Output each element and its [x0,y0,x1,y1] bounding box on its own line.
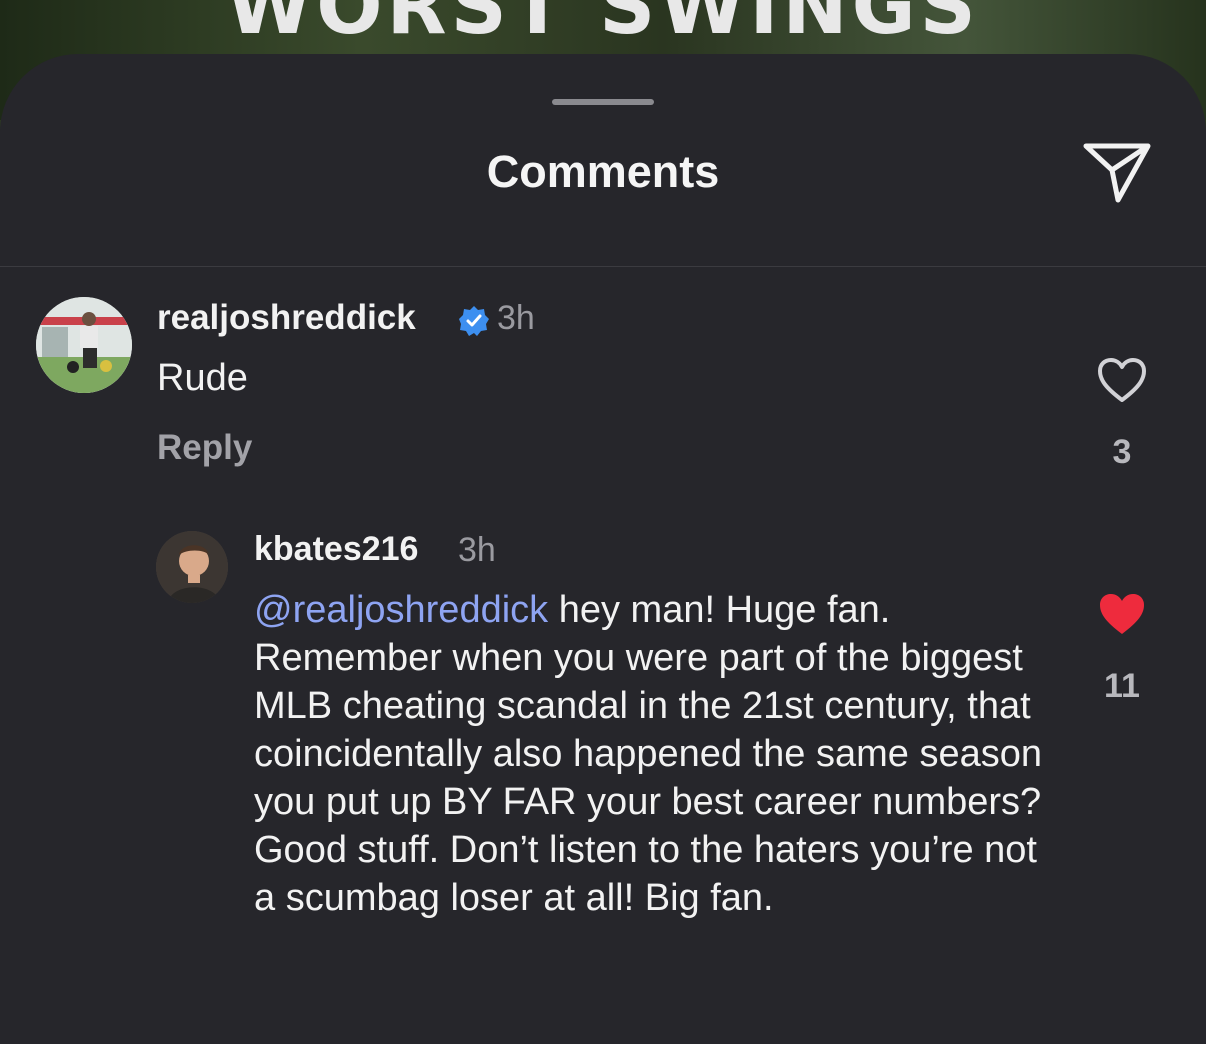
comment-body: hey man! Huge fan. Remember when you wer… [254,589,1042,919]
reply-button[interactable]: Reply [157,428,252,468]
profile-photo-icon [156,531,228,603]
profile-photo-icon [36,297,132,393]
comment-username[interactable]: realjoshreddick [157,298,416,338]
comment-username[interactable]: kbates216 [254,530,418,569]
heart-filled-icon [1100,594,1144,634]
avatar[interactable] [156,531,228,603]
like-count: 3 [1112,433,1132,471]
share-button[interactable] [1082,140,1152,206]
header-divider [0,266,1206,267]
comment-timestamp: 3h [458,531,496,569]
video-title-overlay: WORST SWINGS [226,0,980,52]
verified-badge-icon [459,306,489,336]
comment-text: @realjoshreddick hey man! Huge fan. Reme… [254,586,1054,922]
like-count: 11 [1104,667,1140,705]
comment-text: Rude [157,357,248,399]
heart-outline-icon [1098,358,1146,402]
like-button[interactable] [1096,356,1148,404]
avatar[interactable] [36,297,132,393]
sheet-grabber-handle[interactable] [552,99,654,105]
user-mention-link[interactable]: @realjoshreddick [254,589,548,631]
comment-timestamp: 3h [497,299,535,337]
like-button[interactable] [1096,590,1148,638]
paper-plane-icon [1083,143,1151,203]
sheet-title: Comments [486,146,720,197]
